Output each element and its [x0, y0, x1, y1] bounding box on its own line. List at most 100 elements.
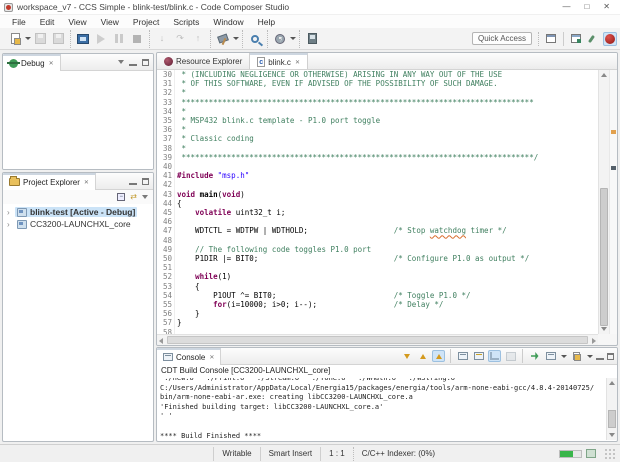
- expand-arrow-icon[interactable]: ›: [7, 220, 15, 229]
- quick-access-button[interactable]: Quick Access: [472, 32, 532, 45]
- code-line[interactable]: *: [177, 88, 538, 97]
- editor-vertical-scrollbar[interactable]: [598, 70, 609, 334]
- resume-button[interactable]: [93, 31, 109, 47]
- code-line[interactable]: {: [177, 282, 538, 291]
- code-line[interactable]: }: [177, 309, 538, 318]
- menu-item-view[interactable]: View: [61, 17, 93, 27]
- tab-blink-c[interactable]: c blink.c ✕: [250, 53, 308, 69]
- scroll-right-icon[interactable]: [592, 338, 596, 344]
- link-with-editor-icon[interactable]: ⇄: [130, 193, 137, 201]
- terminate-button[interactable]: [129, 31, 145, 47]
- code-line[interactable]: [177, 217, 538, 226]
- suspend-button[interactable]: [111, 31, 127, 47]
- close-button[interactable]: ✕: [603, 2, 610, 12]
- tree-item[interactable]: ›CC3200-LAUNCHXL_core: [3, 218, 153, 230]
- code-line[interactable]: {: [177, 199, 538, 208]
- new-dropdown-icon[interactable]: [25, 37, 31, 40]
- ccs-edit-perspective-button[interactable]: [569, 32, 583, 46]
- debug-minimize-icon[interactable]: [129, 59, 137, 66]
- maximize-button[interactable]: □: [584, 2, 589, 12]
- scroll-up-icon[interactable]: [601, 73, 607, 77]
- code-line[interactable]: * MSP432 blink.c template - P1.0 port to…: [177, 116, 538, 125]
- code-line[interactable]: *: [177, 107, 538, 116]
- project-explorer-maximize-icon[interactable]: [142, 178, 149, 185]
- code-line[interactable]: [177, 263, 538, 272]
- menu-item-scripts[interactable]: Scripts: [166, 17, 206, 27]
- collapse-all-icon[interactable]: −: [117, 193, 125, 201]
- show-error-toggle[interactable]: [432, 350, 445, 362]
- step-return-button[interactable]: ↑: [190, 31, 206, 47]
- project-explorer-view-menu-icon[interactable]: [142, 195, 148, 199]
- build-button[interactable]: [215, 31, 231, 47]
- build-dropdown-icon[interactable]: [233, 37, 239, 40]
- code-line[interactable]: #include "msp.h": [177, 171, 538, 180]
- tree-item[interactable]: ›blink-test [Active - Debug]: [3, 206, 153, 218]
- ruler-dark-mark[interactable]: [611, 166, 616, 170]
- console-scrollbar-thumb[interactable]: [608, 410, 616, 428]
- open-console-button[interactable]: [570, 350, 583, 362]
- code-line[interactable]: P1DIR |= BIT0; /* Configure P1.0 as outp…: [177, 254, 538, 263]
- background-jobs-icon[interactable]: [586, 449, 595, 458]
- code-line[interactable]: * Classic coding: [177, 134, 538, 143]
- menu-item-help[interactable]: Help: [251, 17, 282, 27]
- code-line[interactable]: WDTCTL = WDTPW | WDTHOLD; /* Stop watchd…: [177, 226, 538, 235]
- target-config-button[interactable]: [304, 31, 320, 47]
- editor-scrollbar-thumb[interactable]: [600, 188, 608, 326]
- scroll-left-icon[interactable]: [159, 338, 163, 344]
- new-button[interactable]: [7, 31, 23, 47]
- ruler-warning-mark[interactable]: [611, 130, 616, 134]
- console-minimize-icon[interactable]: [596, 353, 604, 360]
- save-button[interactable]: [32, 31, 48, 47]
- code-line[interactable]: [177, 180, 538, 189]
- code-line[interactable]: P1OUT ^= BIT0; /* Toggle P1.0 */: [177, 291, 538, 300]
- console-tab[interactable]: Console ✕: [157, 348, 221, 365]
- ccs-simple-perspective-button[interactable]: [586, 32, 600, 46]
- tab-resource-explorer[interactable]: Resource Explorer: [157, 53, 250, 69]
- menu-item-file[interactable]: File: [5, 17, 33, 27]
- code-line[interactable]: *: [177, 144, 538, 153]
- display-console-button[interactable]: [544, 350, 557, 362]
- console-scroll-up-icon[interactable]: [609, 381, 615, 385]
- code-line[interactable]: [177, 236, 538, 245]
- step-into-button[interactable]: ↓: [154, 31, 170, 47]
- code-area[interactable]: * (INCLUDING NEGLIGENCE OR OTHERWISE) AR…: [175, 70, 538, 334]
- open-console-dropdown-icon[interactable]: [587, 355, 593, 358]
- menu-item-window[interactable]: Window: [206, 17, 250, 27]
- code-line[interactable]: volatile uint32_t i;: [177, 208, 538, 217]
- code-line[interactable]: ****************************************…: [177, 153, 538, 162]
- code-editor[interactable]: 3031323334353637383940414243444546474849…: [157, 70, 598, 334]
- debug-tab[interactable]: Debug ✕: [3, 54, 61, 71]
- ccs-debug-perspective-button[interactable]: [603, 32, 617, 46]
- display-console-dropdown-icon[interactable]: [561, 355, 567, 358]
- blink-c-tab-close-icon[interactable]: ✕: [295, 59, 300, 66]
- search-button[interactable]: [247, 31, 263, 47]
- debug-view-menu-icon[interactable]: [118, 60, 124, 64]
- menu-item-project[interactable]: Project: [126, 17, 166, 27]
- open-perspective-button[interactable]: [544, 32, 558, 46]
- console-scrollbar[interactable]: [606, 378, 617, 440]
- debug-button[interactable]: [75, 31, 91, 47]
- code-line[interactable]: [177, 162, 538, 171]
- code-line[interactable]: }: [177, 318, 538, 327]
- scroll-down-icon[interactable]: [601, 327, 607, 331]
- show-console-stdout-button[interactable]: [456, 350, 469, 362]
- expand-arrow-icon[interactable]: ›: [7, 208, 15, 217]
- debug-maximize-icon[interactable]: [142, 59, 149, 66]
- code-line[interactable]: // The following code toggles P1.0 port: [177, 245, 538, 254]
- menu-item-edit[interactable]: Edit: [33, 17, 62, 27]
- code-line[interactable]: ****************************************…: [177, 98, 538, 107]
- step-over-button[interactable]: ↷: [172, 31, 188, 47]
- console-output[interactable]: ./new.o ./Print.o ./Stream.o ./Tone.o ./…: [157, 378, 606, 440]
- project-explorer-tab-close-icon[interactable]: ✕: [84, 179, 89, 186]
- flash-button[interactable]: [272, 31, 288, 47]
- next-error-button[interactable]: [400, 350, 413, 362]
- editor-hscrollbar-thumb[interactable]: [167, 336, 588, 344]
- word-wrap-toggle[interactable]: [488, 350, 501, 362]
- pin-console-button[interactable]: [528, 350, 541, 362]
- editor-horizontal-scrollbar[interactable]: [157, 334, 598, 345]
- project-explorer-minimize-icon[interactable]: [129, 178, 137, 185]
- flash-dropdown-icon[interactable]: [290, 37, 296, 40]
- menu-item-view-2[interactable]: View: [94, 17, 126, 27]
- debug-tab-close-icon[interactable]: ✕: [49, 60, 54, 67]
- code-line[interactable]: void main(void): [177, 190, 538, 199]
